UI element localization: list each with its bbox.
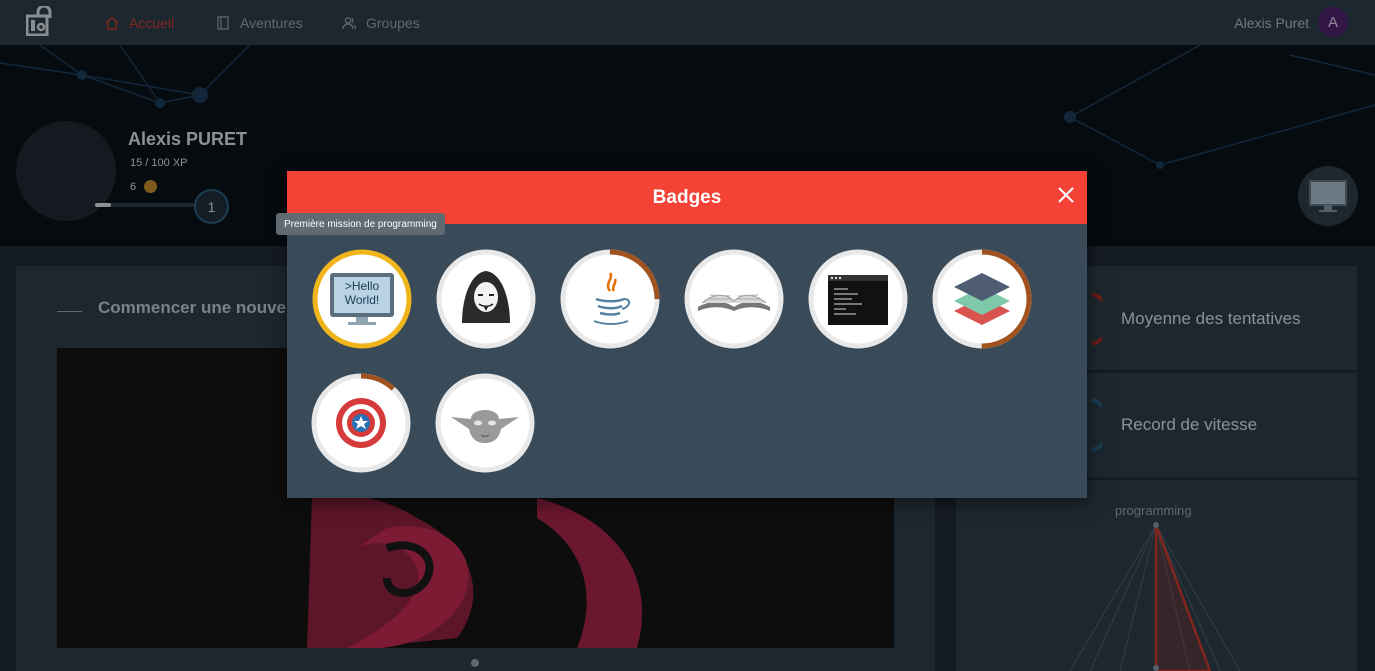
- layers-icon: [954, 273, 1010, 325]
- hello-text-line1: >Hello: [345, 279, 380, 293]
- modal-title: Badges: [652, 186, 722, 208]
- terminal-icon: [828, 275, 888, 325]
- hello-text-line2: World!: [345, 293, 379, 307]
- captain-shield-badge[interactable]: [311, 373, 411, 473]
- java-icon: [593, 272, 630, 325]
- terminal-badge[interactable]: [808, 249, 908, 349]
- open-book-icon: [698, 294, 770, 311]
- java-badge[interactable]: [560, 249, 660, 349]
- yoda-badge[interactable]: [435, 373, 535, 473]
- hello-world-badge[interactable]: >Hello World!: [312, 249, 412, 349]
- computer-icon: >Hello World!: [330, 273, 394, 325]
- shield-icon: [336, 398, 386, 448]
- hacker-badge[interactable]: [436, 249, 536, 349]
- badge-tooltip: Première mission de programming: [276, 213, 445, 235]
- anonymous-mask-icon: [462, 271, 510, 323]
- close-icon[interactable]: [1055, 184, 1077, 206]
- yoda-icon: [451, 410, 519, 443]
- book-badge[interactable]: [684, 249, 784, 349]
- layers-badge[interactable]: [932, 249, 1032, 349]
